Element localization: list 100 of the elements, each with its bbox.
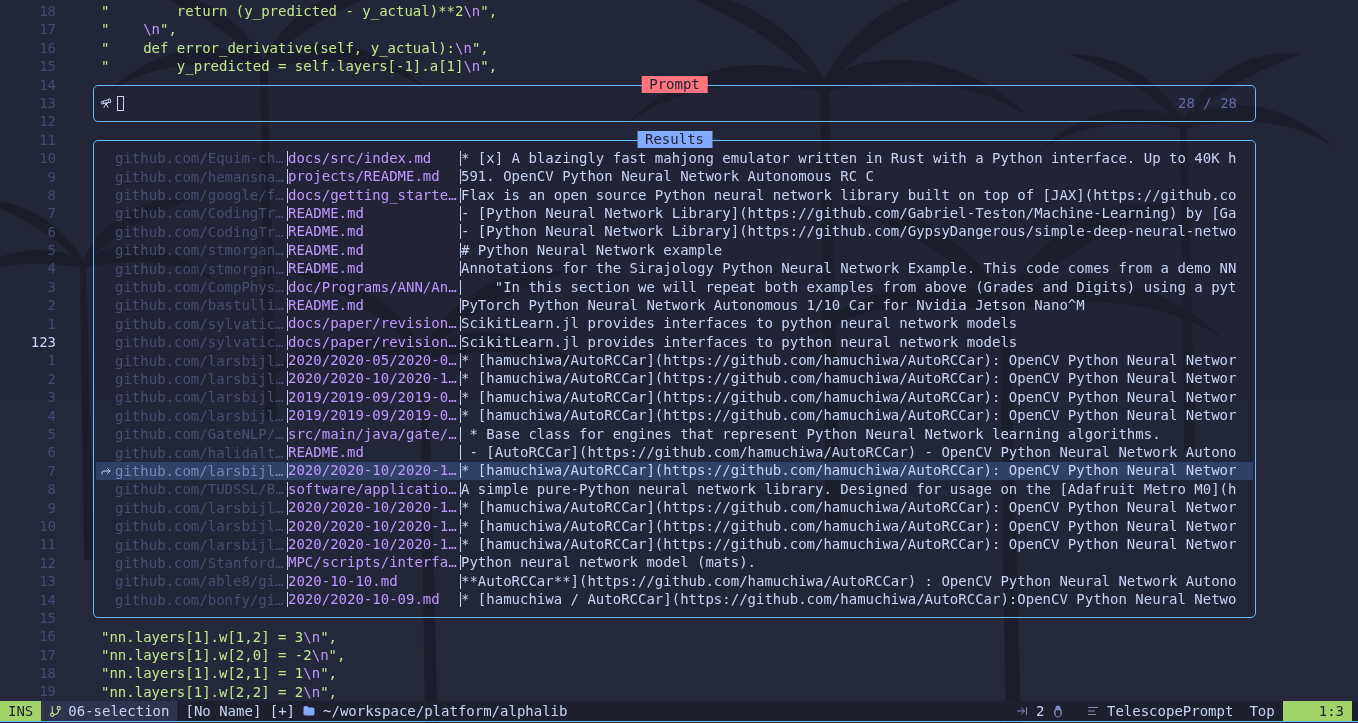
repo-name: github.com/larsbijl… [115, 389, 285, 406]
match-text: - [Python Neural Network Library](https://github.com/Gabriel-Teston/Machine-Learning) by [Ga [460, 205, 1237, 221]
result-row[interactable]: github.com/larsbijl… 2020/2020-10/2020-1… * [hamuchiwa/AutoRCCar](https://github.com/hamuchiwa/AutoRCCar): OpenCV Python Neural Networ [96, 516, 1253, 536]
line-number: 6 [46, 443, 56, 462]
line-number: 9 [46, 167, 56, 186]
match-text: * [hamuchiwa/AutoRCCar](https://github.com/hamuchiwa/AutoRCCar): OpenCV Python Neural Networ [460, 518, 1237, 534]
repo-name: github.com/bonfy/gi… [115, 591, 285, 608]
match-text: Flax is an open source Python neural network library built on top of [JAX](https://github.co [460, 187, 1237, 203]
repo-name: github.com/larsbijl… [115, 499, 285, 516]
result-row[interactable]: github.com/TUDSSL/B… software/applicatio… A simple pure-Python neural network library. Designed for usage on the [Adafruit Metro M0](h [96, 480, 1253, 499]
result-row[interactable]: github.com/larsbijl… 2020/2020-10/2020-1… * [hamuchiwa/AutoRCCar](https://github.com/hamuchiwa/AutoRCCar): OpenCV Python Neural Networ [96, 535, 1253, 554]
match-text: # Python Neural Network example [460, 242, 723, 258]
file-path: software/applicatio… [287, 481, 460, 497]
result-row[interactable]: github.com/sylvatic… docs/paper/revision… ScikitLearn.jl provides interfaces to python neural network models [96, 314, 1253, 333]
result-row[interactable]: github.com/CodingTr… README.md - [Python Neural Network Library](https://github.com/Gabriel-Teston/Machine-Learning) by [Ga [96, 204, 1253, 223]
repo-name: github.com/larsbijl… [115, 536, 285, 553]
code-line: " \n", [100, 20, 177, 39]
line-number: 5 [46, 241, 56, 260]
file-path: doc/Programs/ANN/An… [287, 279, 460, 295]
result-row[interactable]: github.com/Stanford… MPC/scripts/interfa… Python neural network model (mats). [96, 553, 1253, 573]
result-row[interactable]: github.com/sylvatic… docs/paper/revision… ScikitLearn.jl provides interfaces to python neural network models [96, 333, 1253, 352]
result-row[interactable]: github.com/able8/gi… 2020-10-10.md **AutoRCCar**](https://github.com/hamuchiwa/AutoRCCar) : OpenCV Python Neural Network Autono [96, 572, 1253, 591]
match-text: * [hamuchiwa/AutoRCCar](https://github.com/hamuchiwa/AutoRCCar): OpenCV Python Neural Networ [460, 463, 1237, 479]
file-path: README.md [287, 445, 460, 461]
file-path: 2020/2020-10/2020-1… [287, 537, 460, 552]
text-cursor [117, 95, 124, 111]
repo-name: github.com/sylvatic… [115, 334, 285, 351]
line-number: 8 [46, 185, 56, 205]
line-number: 1 [46, 314, 56, 334]
file-path: docs/paper/revision… [287, 316, 460, 332]
result-row[interactable]: github.com/larsbijl… 2020/2020-10/2020-1… * [hamuchiwa/AutoRCCar](https://github.com/hamuchiwa/AutoRCCar): OpenCV Python Neural Networ [96, 369, 1253, 389]
result-row[interactable]: github.com/CompPhys… doc/Programs/ANN/An… "In this section we will repeat both examples from above (Grades and Digits) using a pyt [96, 277, 1253, 297]
file-path: README.md [287, 261, 460, 277]
repo-name: github.com/bastulli… [115, 297, 285, 314]
file-path: 2019/2019-09/2019-0… [287, 408, 460, 424]
line-number: 12 [38, 553, 56, 573]
line-number: 11 [38, 130, 56, 150]
line-number: 4 [46, 406, 56, 425]
repo-name: github.com/larsbijl… [115, 462, 285, 479]
line-number: 15 [38, 608, 56, 628]
match-text: * Base class for engines that represent Python Neural Network learning algorithms. [460, 426, 1161, 442]
repo-name: github.com/larsbijl… [115, 518, 285, 535]
match-count: 28 / 28 [1178, 95, 1237, 112]
folder-icon [303, 705, 316, 718]
line-number: 11 [38, 535, 56, 554]
match-text: "In this section we will repeat both examples from above (Grades and Digits) using a pyt [460, 279, 1237, 295]
repo-name: github.com/sylvatic… [115, 315, 285, 332]
git-branch-icon [49, 704, 63, 718]
result-row[interactable]: github.com/bastulli… README.md PyTorch Python Neural Network Autonomous 1/10 Car for Nvidia Jetson Nano^M [96, 296, 1253, 315]
result-row[interactable]: github.com/stmorgan… README.md Annotations for the Sirajology Python Neural Network Example. This code comes from a demo NN [96, 259, 1253, 278]
line-number: 2 [46, 369, 56, 389]
line-number: 13 [38, 572, 56, 591]
file-path: 2019/2019-09/2019-0… [287, 389, 460, 405]
code-line: "nn.layers[1].w[1,2] = 3\n", [100, 627, 337, 646]
result-row[interactable]: github.com/hemansna… projects/README.md 591. OpenCV Python Neural Network Autonomous RC C [96, 167, 1253, 186]
result-row[interactable]: github.com/google/f… docs/getting_starte… Flax is an open source Python neural network library built on top of [JAX](https://github.co [96, 185, 1253, 205]
mode-indicator: INS [0, 701, 42, 722]
line-number: 3 [46, 277, 56, 297]
result-row[interactable]: github.com/larsbijl… 2019/2019-09/2019-0… * [hamuchiwa/AutoRCCar](https://github.com/hamuchiwa/AutoRCCar): OpenCV Python Neural Networ [96, 406, 1253, 425]
file-path: docs/getting_starte… [287, 187, 460, 203]
repo-name: github.com/able8/gi… [115, 573, 285, 590]
repo-name: github.com/hemansna… [115, 168, 285, 185]
file-path: README.md [287, 205, 460, 221]
result-row[interactable]: github.com/larsbijl… 2020/2020-05/2020-0… * [hamuchiwa/AutoRCCar](https://github.com/hamuchiwa/AutoRCCar): OpenCV Python Neural Networ [96, 351, 1253, 370]
result-row[interactable]: github.com/CodingTr… README.md - [Python Neural Network Library](https://github.com/GypsyDangerous/simple-deep-neural-netwo [96, 222, 1253, 242]
result-row[interactable]: github.com/larsbijl… 2019/2019-09/2019-0… * [hamuchiwa/AutoRCCar](https://github.com/hamuchiwa/AutoRCCar): OpenCV Python Neural Networ [96, 388, 1253, 407]
penguin-icon [1052, 704, 1063, 718]
file-path: 2020/2020-10/2020-1… [287, 518, 460, 534]
repo-name: github.com/stmorgan… [115, 260, 285, 277]
match-text: 591. OpenCV Python Neural Network Autonomous RC C [460, 169, 874, 185]
match-text: * [hamuchiwa/AutoRCCar](https://github.com/hamuchiwa/AutoRCCar): OpenCV Python Neural Networ [460, 353, 1237, 369]
result-row[interactable]: github.com/bonfy/gi… 2020/2020-10-09.md * [hamuchiwa / AutoRCCar](https://github.com/hamuchiwa/AutoRCCar):OpenCV Python Neural Netwo [96, 590, 1253, 609]
match-text: - [Python Neural Network Library](https://github.com/GypsyDangerous/simple-deep-neural-netwo [460, 224, 1237, 240]
repo-name: github.com/larsbijl… [115, 371, 285, 387]
code-line: " def error_derivative(self, y_actual):\n", [100, 38, 489, 58]
line-number: 10 [38, 516, 56, 536]
line-number: 16 [38, 627, 56, 646]
line-number: 6 [46, 222, 56, 242]
repo-name: github.com/halidalt… [115, 444, 285, 461]
result-row[interactable]: github.com/GateNLP/… src/main/java/gate/… * Base class for engines that represent Python Neural Network learning algorithms. [96, 424, 1253, 444]
match-text: ScikitLearn.jl provides interfaces to python neural network models [460, 316, 1018, 332]
telescope-icon [100, 97, 112, 110]
line-number: 5 [46, 425, 56, 444]
line-number: 15 [38, 57, 56, 76]
line-number: 123 [29, 333, 56, 352]
line-number: 10 [38, 149, 56, 168]
match-text: **AutoRCCar**](https://github.com/hamuchiwa/AutoRCCar) : OpenCV Python Neural Network Autono [460, 573, 1237, 589]
code-line: "nn.layers[1].w[2,2] = 2\n", [100, 682, 337, 702]
line-number: 4 [46, 259, 56, 278]
line-number: 8 [46, 480, 56, 499]
result-row[interactable]: github.com/larsbijl… 2020/2020-10/2020-1… * [hamuchiwa/AutoRCCar](https://github.com/hamuchiwa/AutoRCCar): OpenCV Python Neural Networ [96, 498, 1253, 517]
result-row[interactable]: github.com/stmorgan… README.md # Python Neural Network example [96, 241, 1253, 260]
file-path: README.md [287, 242, 460, 258]
line-number: 18 [38, 2, 56, 21]
file-path: 2020/2020-10-09.md [287, 592, 460, 608]
result-row[interactable]: github.com/Equim-ch… docs/src/index.md * [x] A blazingly fast mahjong emulator written in Rust with a Python interface. Up to 40K h [96, 149, 1253, 168]
line-number: 2 [46, 296, 56, 315]
match-text: * [hamuchiwa/AutoRCCar](https://github.com/hamuchiwa/AutoRCCar): OpenCV Python Neural Networ [460, 537, 1237, 552]
file-path: docs/src/index.md [287, 150, 460, 166]
result-row[interactable]: github.com/halidalt… README.md - [AutoRCCar](https://github.com/hamuchiwa/AutoRCCar) - OpenCV Python Neural Network Autono [96, 443, 1253, 462]
